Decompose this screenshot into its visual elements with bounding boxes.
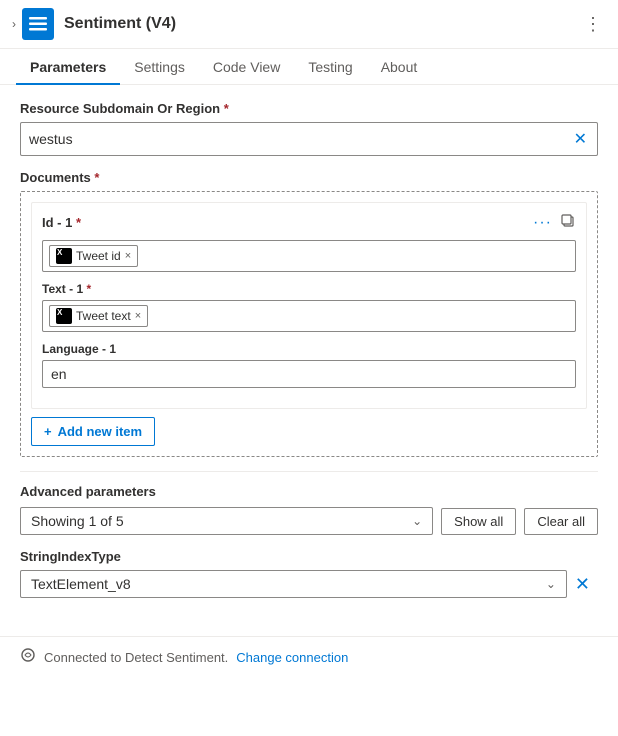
language-input[interactable] — [42, 360, 576, 388]
advanced-row: Showing 1 of 5 ⌄ Show all Clear all — [20, 507, 598, 535]
documents-section: Id - 1 ··· Tweet id × — [20, 191, 598, 457]
resource-label: Resource Subdomain Or Region — [20, 101, 598, 116]
string-index-clear-icon[interactable]: ✕ — [567, 574, 598, 595]
resource-input-wrap: ✕ — [20, 122, 598, 156]
header: › Sentiment (V4) ⋮ — [0, 0, 618, 49]
divider — [20, 471, 598, 472]
tag-text-label: Tweet text — [76, 309, 131, 323]
string-index-value: TextElement_v8 — [31, 576, 131, 592]
tab-settings[interactable]: Settings — [120, 49, 199, 85]
language-label: Language - 1 — [42, 342, 576, 356]
text-label: Text - 1 — [42, 282, 576, 296]
showing-text: Showing 1 of 5 — [31, 513, 124, 529]
show-all-button[interactable]: Show all — [441, 508, 516, 535]
text-subfield: Text - 1 Tweet text × — [42, 282, 576, 332]
advanced-section: Advanced parameters Showing 1 of 5 ⌄ Sho… — [20, 484, 598, 535]
tab-about[interactable]: About — [367, 49, 432, 85]
tag-text-remove-icon[interactable]: × — [135, 310, 141, 322]
tweet-text-tag: Tweet text × — [49, 305, 148, 327]
item-id-title: Id - 1 — [42, 215, 81, 230]
footer: Connected to Detect Sentiment. Change co… — [0, 636, 618, 678]
app-icon — [22, 8, 54, 40]
tag-remove-icon[interactable]: × — [125, 250, 131, 262]
tag-label: Tweet id — [76, 249, 121, 263]
string-index-field: StringIndexType TextElement_v8 ⌄ ✕ — [20, 549, 598, 598]
tabs-bar: Parameters Settings Code View Testing Ab… — [0, 49, 618, 85]
item-actions: ··· — [533, 213, 576, 232]
showing-dropdown[interactable]: Showing 1 of 5 ⌄ — [20, 507, 433, 535]
tab-parameters[interactable]: Parameters — [16, 49, 120, 85]
plus-icon: + — [44, 424, 52, 439]
string-index-dropdown-wrap: TextElement_v8 ⌄ — [20, 570, 567, 598]
item-more-icon[interactable]: ··· — [533, 214, 552, 232]
add-new-item-button[interactable]: + Add new item — [31, 417, 155, 446]
id-tag-input[interactable]: Tweet id × — [42, 240, 576, 272]
string-index-row: TextElement_v8 ⌄ ✕ — [20, 570, 598, 598]
clear-all-button[interactable]: Clear all — [524, 508, 598, 535]
tag-icon-text — [56, 308, 72, 324]
string-index-chevron-icon: ⌄ — [546, 577, 556, 591]
tag-icon — [56, 248, 72, 264]
parameters-panel: Resource Subdomain Or Region ✕ Documents… — [0, 85, 618, 628]
tab-testing[interactable]: Testing — [294, 49, 366, 85]
connection-icon — [20, 647, 36, 668]
change-connection-link[interactable]: Change connection — [236, 650, 348, 665]
advanced-label: Advanced parameters — [20, 484, 598, 499]
collapse-chevron[interactable]: › — [12, 17, 16, 31]
language-subfield: Language - 1 — [42, 342, 576, 388]
add-btn-label: Add new item — [58, 424, 143, 439]
showing-chevron-icon: ⌄ — [412, 514, 422, 528]
item-copy-icon[interactable] — [560, 213, 576, 232]
header-title: Sentiment (V4) — [64, 15, 580, 33]
resource-input[interactable] — [29, 131, 572, 147]
string-index-dropdown[interactable]: TextElement_v8 ⌄ — [21, 571, 566, 597]
document-item: Id - 1 ··· Tweet id × — [31, 202, 587, 409]
text-tag-input[interactable]: Tweet text × — [42, 300, 576, 332]
documents-label: Documents — [20, 170, 598, 185]
item-header: Id - 1 ··· — [42, 213, 576, 232]
resource-clear-icon[interactable]: ✕ — [572, 127, 589, 151]
header-menu-button[interactable]: ⋮ — [580, 10, 606, 39]
tab-code-view[interactable]: Code View — [199, 49, 294, 85]
footer-text: Connected to Detect Sentiment. — [44, 650, 228, 665]
tweet-id-tag: Tweet id × — [49, 245, 138, 267]
string-index-label: StringIndexType — [20, 549, 598, 564]
